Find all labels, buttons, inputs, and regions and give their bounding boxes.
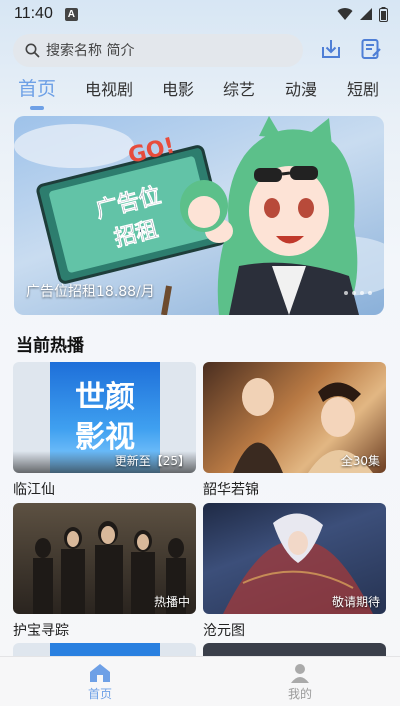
tab-anime[interactable]: 动漫: [285, 76, 317, 100]
tab-short-drama[interactable]: 短剧: [347, 76, 379, 100]
search-row: 搜索名称 简介: [13, 33, 393, 67]
show-title: 沧元图: [203, 623, 245, 639]
status-icons: [337, 6, 388, 22]
poster-text: 世颜影视: [75, 379, 135, 455]
status-time: 11:40: [14, 5, 53, 22]
notification-icon: A: [64, 7, 78, 21]
download-button[interactable]: [317, 35, 345, 63]
show-title: 护宝寻踪: [13, 623, 69, 639]
sign-text-line2: 招租: [112, 217, 161, 252]
search-icon: [25, 43, 40, 57]
search-input[interactable]: 搜索名称 简介: [13, 33, 303, 67]
banner-caption: 广告位招租18.88/月: [26, 284, 155, 300]
download-icon: [322, 40, 340, 58]
show-card[interactable]: 敬请期待 沧元图: [203, 503, 386, 640]
banner-pager: [344, 291, 372, 295]
show-card[interactable]: 热播中 护宝寻踪: [13, 503, 196, 640]
show-thumbnail: 热播中: [13, 503, 196, 614]
battery-icon: [379, 6, 388, 22]
show-thumbnail: 敬请期待: [203, 503, 386, 614]
show-card-partial[interactable]: [13, 643, 196, 656]
signal-icon: [360, 8, 372, 20]
show-thumbnail: 全30集: [203, 362, 386, 473]
section-title: 当前热播: [16, 336, 84, 356]
tab-home[interactable]: 首页: [18, 74, 56, 101]
show-thumbnail: 世颜影视 更新至【25】: [13, 362, 196, 473]
pager-dot: [344, 291, 348, 295]
search-placeholder: 搜索名称 简介: [46, 43, 135, 59]
show-title: 韶华若锦: [203, 482, 259, 498]
tab-movies[interactable]: 电影: [162, 76, 194, 100]
status-bar: 11:40 A: [0, 0, 400, 28]
notes-icon: [361, 39, 381, 59]
history-button[interactable]: [357, 35, 385, 63]
status-badge: 热播中: [153, 595, 190, 609]
home-icon: [90, 664, 110, 682]
sign-text-go: GO!: [126, 133, 177, 169]
show-card[interactable]: 世颜影视 更新至【25】 临江仙: [13, 362, 196, 499]
pager-dot: [368, 291, 372, 295]
tab-tv-series[interactable]: 电视剧: [85, 76, 133, 100]
show-card-partial[interactable]: [203, 643, 386, 656]
wifi-icon: [337, 8, 353, 20]
nav-label: 我的: [287, 687, 312, 701]
episode-badge: 更新至【25】: [114, 454, 190, 468]
nav-label: 首页: [87, 687, 112, 701]
pager-dot: [352, 291, 356, 295]
person-icon: [291, 664, 309, 683]
bottom-nav: 首页 我的: [0, 656, 400, 706]
show-title: 临江仙: [13, 482, 55, 498]
tab-variety[interactable]: 综艺: [223, 76, 255, 100]
nav-home[interactable]: 首页: [70, 663, 130, 702]
banner-carousel[interactable]: 广告位 招租 GO! 广告位招租18.88/月: [14, 116, 384, 315]
category-tabs: 首页 电视剧 电影 综艺 动漫 短剧: [0, 74, 400, 114]
nav-profile[interactable]: 我的: [270, 663, 330, 702]
poster-art: [50, 643, 160, 656]
status-badge: 敬请期待: [331, 595, 380, 609]
tab-indicator: [30, 106, 44, 110]
episode-badge: 全30集: [340, 454, 380, 468]
show-card[interactable]: 全30集 韶华若锦: [203, 362, 386, 499]
pager-dot: [360, 291, 364, 295]
